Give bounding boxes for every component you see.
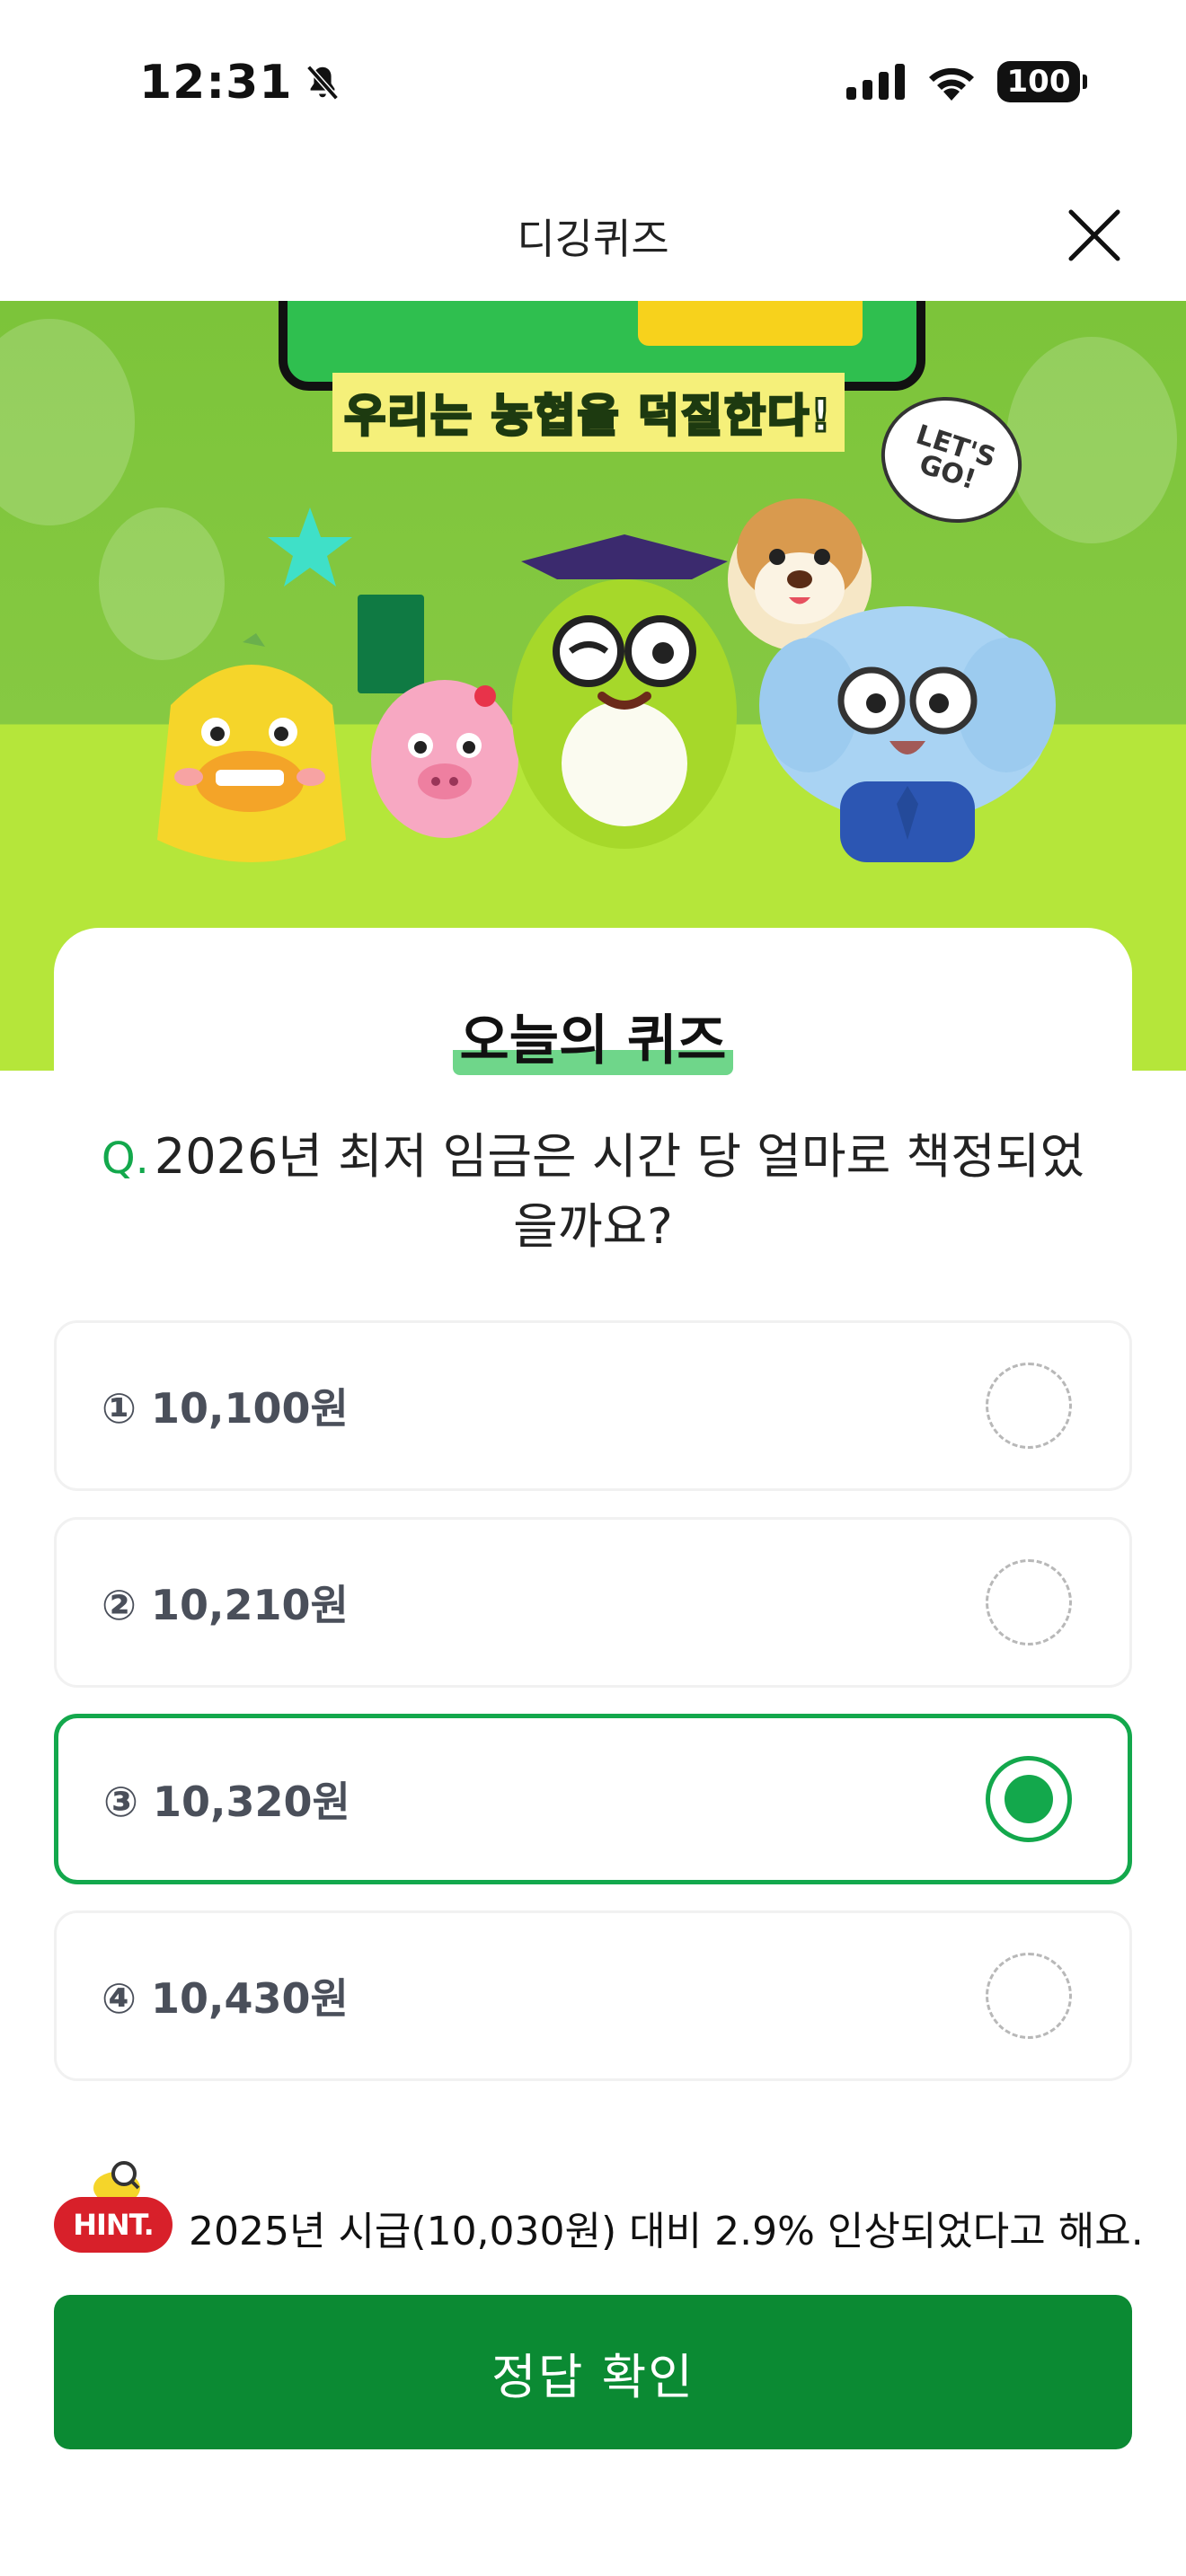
radio-button[interactable]: [986, 1559, 1072, 1645]
balloon-decoration: [1006, 337, 1177, 543]
check-answer-button[interactable]: 정답 확인: [54, 2295, 1132, 2449]
cellular-signal-icon: [846, 64, 905, 100]
battery-icon: 100: [997, 61, 1087, 102]
answer-options: ① 10,100원 ② 10,210원 ③ 10,320원 ④ 10,430원: [54, 1320, 1132, 2107]
answer-option-label: ③ 10,320원: [103, 1778, 350, 1826]
radio-button[interactable]: [986, 1953, 1072, 2039]
battery-level: 100: [1006, 64, 1071, 100]
answer-option-label: ② 10,210원: [102, 1581, 349, 1629]
header: 디깅퀴즈: [0, 171, 1186, 301]
banner-slogan: 우리는 농협을 덕질한다!: [332, 373, 845, 452]
hint-text: 2025년 시급(10,030원) 대비 2.9% 인상되었다고 해요.: [189, 2209, 1144, 2254]
balloon-decoration: [0, 319, 135, 525]
hint-badge: HINT.: [54, 2197, 173, 2253]
status-time-text: 12:31: [139, 56, 293, 110]
close-button[interactable]: [1057, 198, 1132, 273]
status-right: 100: [846, 61, 1087, 102]
answer-option-4[interactable]: ④ 10,430원: [54, 1910, 1132, 2081]
quiz-question: Q. 2026년 최저 임금은 시간 당 얼마로 책정되었을까요?: [90, 1123, 1096, 1261]
answer-option-3[interactable]: ③ 10,320원: [54, 1714, 1132, 1884]
page-title: 디깅퀴즈: [517, 215, 669, 263]
radio-button-selected[interactable]: [986, 1756, 1072, 1842]
answer-option-2[interactable]: ② 10,210원: [54, 1517, 1132, 1688]
answer-option-label: ① 10,100원: [102, 1384, 349, 1433]
duck-character: [157, 633, 346, 862]
close-icon: [1068, 209, 1120, 261]
status-time: 12:31: [139, 56, 343, 110]
hint-section: HINT. 2025년 시급(10,030원) 대비 2.9% 인상되었다고 해…: [54, 2156, 1150, 2263]
bell-slash-icon: [305, 65, 339, 101]
elephant-character: [759, 606, 1056, 862]
question-prefix: Q.: [101, 1134, 149, 1184]
quiz-heading-text: 오늘의 퀴즈: [452, 997, 734, 1075]
quiz-heading: 오늘의 퀴즈: [0, 997, 1186, 1075]
answer-option-1[interactable]: ① 10,100원: [54, 1320, 1132, 1491]
star-decoration: [268, 507, 352, 587]
status-bar: 12:31 100: [0, 0, 1186, 171]
answer-option-label: ④ 10,430원: [102, 1974, 349, 2023]
question-text: 2026년 최저 임금은 시간 당 얼마로 책정되었을까요?: [154, 1128, 1085, 1255]
radio-button[interactable]: [986, 1363, 1072, 1449]
wifi-icon: [929, 67, 974, 101]
